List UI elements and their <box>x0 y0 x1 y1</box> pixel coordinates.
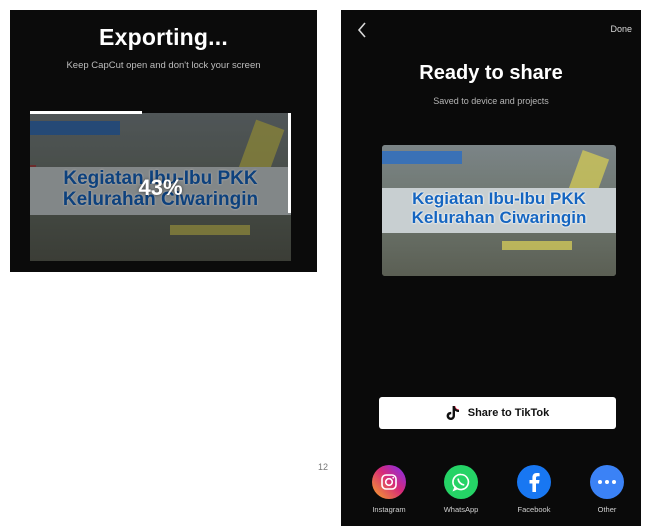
export-progress-bar <box>30 111 291 114</box>
share-to-tiktok-button[interactable]: Share to TikTok <box>379 397 616 429</box>
share-instagram-button[interactable]: Instagram <box>361 465 417 514</box>
whatsapp-icon <box>444 465 478 499</box>
thumbnail-caption-line1: Kegiatan Ibu-Ibu PKK <box>412 189 586 208</box>
instagram-icon <box>372 465 406 499</box>
share-video-preview[interactable]: Kegiatan Ibu-Ibu PKK Kelurahan Ciwaringi… <box>382 145 616 276</box>
done-button[interactable]: Done <box>610 24 632 34</box>
share-to-tiktok-label: Share to TikTok <box>467 407 550 419</box>
tiktok-icon <box>446 405 459 420</box>
share-title: Ready to share <box>419 62 563 84</box>
share-whatsapp-button[interactable]: WhatsApp <box>433 465 489 514</box>
share-screen: Done Ready to share Saved to device and … <box>341 10 641 526</box>
share-facebook-button[interactable]: Facebook <box>506 465 562 514</box>
export-progress-fill <box>30 111 143 114</box>
share-label-instagram: Instagram <box>372 505 406 514</box>
share-label-other: Other <box>597 505 617 514</box>
share-label-whatsapp: WhatsApp <box>443 505 479 514</box>
more-icon <box>590 465 624 499</box>
export-screen: Exporting... Keep CapCut open and don't … <box>10 10 317 272</box>
share-targets-row: Instagram WhatsApp Facebook Other <box>359 465 639 525</box>
export-subtitle: Keep CapCut open and don't lock your scr… <box>66 60 261 71</box>
page-number: 12 <box>318 462 329 472</box>
thumbnail-caption-line2: Kelurahan Ciwaringin <box>411 208 587 227</box>
chevron-left-icon[interactable] <box>357 22 375 40</box>
facebook-icon <box>517 465 551 499</box>
share-subtitle: Saved to device and projects <box>433 96 549 106</box>
share-label-facebook: Facebook <box>517 505 551 514</box>
export-title: Exporting... <box>99 24 228 50</box>
share-other-button[interactable]: Other <box>579 465 635 514</box>
export-progress-percent: 43% <box>138 175 183 200</box>
